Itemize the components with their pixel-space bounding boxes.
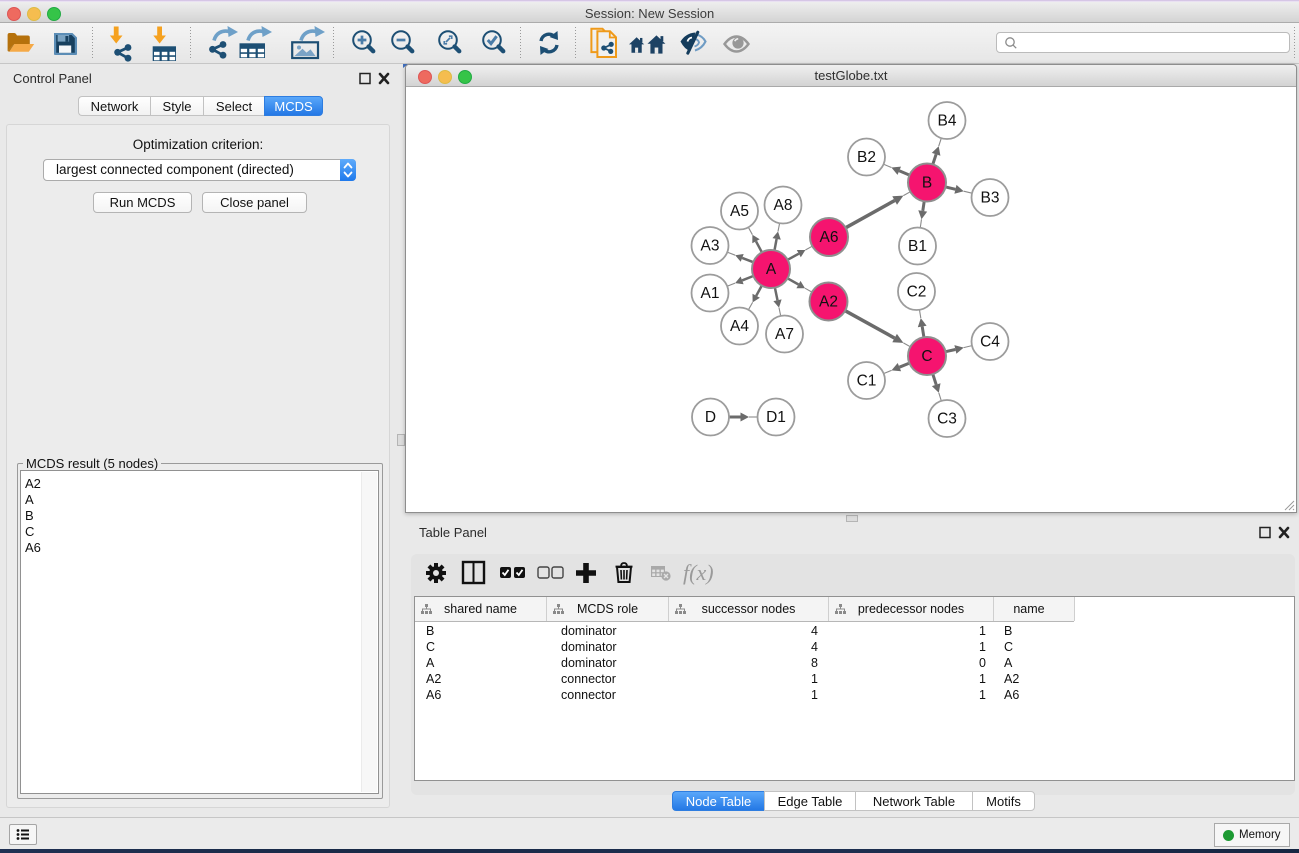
svg-text:A7: A7 xyxy=(775,326,794,343)
svg-text:A2: A2 xyxy=(819,294,838,311)
svg-text:B4: B4 xyxy=(938,113,957,130)
svg-text:C3: C3 xyxy=(937,411,957,428)
svg-text:C: C xyxy=(921,348,932,365)
svg-text:A8: A8 xyxy=(774,197,793,214)
svg-text:B2: B2 xyxy=(857,149,876,166)
svg-text:B3: B3 xyxy=(981,190,1000,207)
svg-text:A3: A3 xyxy=(701,238,720,255)
svg-text:D: D xyxy=(705,409,716,426)
svg-text:A5: A5 xyxy=(730,203,749,220)
svg-text:C4: C4 xyxy=(980,334,1000,351)
svg-text:C1: C1 xyxy=(857,373,877,390)
svg-text:f(x): f(x) xyxy=(683,560,714,585)
svg-text:C2: C2 xyxy=(907,284,927,301)
svg-text:B1: B1 xyxy=(908,238,927,255)
svg-text:B: B xyxy=(922,175,932,192)
svg-text:A4: A4 xyxy=(730,318,749,335)
svg-text:A: A xyxy=(766,261,777,278)
svg-text:A6: A6 xyxy=(820,229,839,246)
svg-text:D1: D1 xyxy=(766,409,786,426)
svg-text:A1: A1 xyxy=(701,285,720,302)
